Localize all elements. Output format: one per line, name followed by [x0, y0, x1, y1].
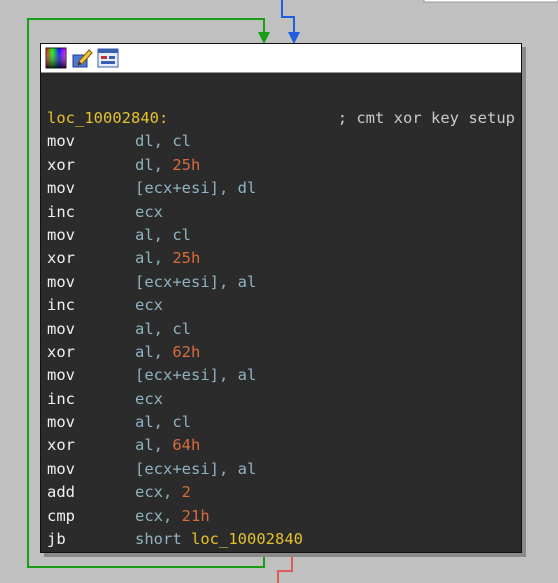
- jump-target-label[interactable]: loc_10002840: [191, 530, 303, 548]
- instruction-mnemonic: mov: [47, 366, 75, 385]
- instruction-line[interactable]: inc ecx: [47, 201, 521, 224]
- immediate-value: 62h: [172, 342, 201, 361]
- instruction-operands: ecx: [135, 202, 163, 221]
- instruction-mnemonic: xor: [47, 342, 75, 361]
- instruction-operands: al,: [135, 436, 173, 455]
- instruction-line[interactable]: mov [ecx+esi], al: [47, 458, 521, 481]
- instruction-operands: dl,: [135, 155, 173, 174]
- line-comment: ; cmt xor key setup: [337, 109, 515, 127]
- immediate-value: 21h: [181, 506, 210, 525]
- instruction-operands: [ecx+esi], al: [135, 459, 257, 478]
- immediate-value: 25h: [172, 155, 201, 174]
- incoming-edge: [281, 0, 295, 36]
- instruction-line[interactable]: inc ecx: [47, 294, 521, 317]
- instruction-mnemonic: mov: [47, 413, 75, 432]
- location-label[interactable]: loc_10002840:: [47, 107, 168, 130]
- instruction-line[interactable]: xor al, 62h: [47, 341, 521, 364]
- instruction-line[interactable]: mov al, cl: [47, 318, 521, 341]
- instruction-line[interactable]: xor al, 64h: [47, 434, 521, 457]
- instruction-mnemonic: inc: [47, 296, 75, 315]
- instruction-operands: al,: [135, 342, 173, 361]
- immediate-value: 25h: [172, 249, 201, 268]
- instruction-line[interactable]: xor dl, 25h: [47, 154, 521, 177]
- instruction-mnemonic: add: [47, 483, 75, 502]
- node-header-toolbar: [41, 44, 521, 73]
- immediate-value: 2: [181, 483, 192, 502]
- instruction-operands: al,: [135, 249, 173, 268]
- instruction-mnemonic: cmp: [47, 506, 75, 525]
- instruction-mnemonic: mov: [47, 459, 75, 478]
- disassembly-listing: loc_10002840: ; cmt xor key setup mov dl,…: [41, 73, 521, 551]
- instruction-operands: ecx: [135, 296, 163, 315]
- instruction-line[interactable]: mov al, cl: [47, 411, 521, 434]
- instruction-operands: ecx,: [135, 506, 182, 525]
- immediate-value: 64h: [172, 436, 201, 455]
- instruction-mnemonic: jb: [47, 530, 66, 549]
- instruction-mnemonic: mov: [47, 272, 75, 291]
- instruction-line[interactable]: xor al, 25h: [47, 247, 521, 270]
- instruction-mnemonic: mov: [47, 225, 75, 244]
- basic-block-node[interactable]: loc_10002840: ; cmt xor key setup mov dl,…: [40, 43, 522, 553]
- instruction-line[interactable]: inc ecx: [47, 388, 521, 411]
- instruction-operands: [ecx+esi], al: [135, 272, 257, 291]
- edit-node-icon[interactable]: [71, 47, 93, 69]
- instruction-operands: ecx,: [135, 483, 182, 502]
- instruction-mnemonic: mov: [47, 132, 75, 151]
- instruction-operands: dl, cl: [135, 132, 191, 151]
- instruction-line[interactable]: jb short loc_10002840: [47, 528, 521, 551]
- instruction-line[interactable]: mov dl, cl: [47, 130, 521, 153]
- instruction-operands: ecx: [135, 389, 163, 408]
- instruction-line[interactable]: add ecx, 2: [47, 481, 521, 504]
- instruction-mnemonic: inc: [47, 202, 75, 221]
- instruction-line[interactable]: mov [ecx+esi], dl: [47, 177, 521, 200]
- instruction-mnemonic: mov: [47, 319, 75, 338]
- neighbor-node-fragment: [423, 0, 558, 3]
- instruction-line[interactable]: mov [ecx+esi], al: [47, 364, 521, 387]
- color-palette-icon[interactable]: [45, 47, 67, 69]
- outgoing-false-edge: [277, 551, 293, 583]
- instruction-operands: [ecx+esi], al: [135, 366, 257, 385]
- instruction-line[interactable]: mov al, cl: [47, 224, 521, 247]
- instruction-operands: al, cl: [135, 413, 191, 432]
- instruction-mnemonic: xor: [47, 436, 75, 455]
- graph-view-icon[interactable]: [97, 47, 119, 69]
- instruction-line[interactable]: mov [ecx+esi], al: [47, 271, 521, 294]
- instruction-operands: short: [135, 530, 191, 549]
- instruction-line[interactable]: cmp ecx, 21h: [47, 505, 521, 528]
- instruction-mnemonic: inc: [47, 389, 75, 408]
- instruction-mnemonic: mov: [47, 179, 75, 198]
- instruction-operands: [ecx+esi], dl: [135, 179, 257, 198]
- label-line: loc_10002840: ; cmt xor key setup: [47, 107, 521, 130]
- instruction-operands: al, cl: [135, 225, 191, 244]
- instruction-mnemonic: xor: [47, 249, 75, 268]
- instruction-operands: al, cl: [135, 319, 191, 338]
- instruction-mnemonic: xor: [47, 155, 75, 174]
